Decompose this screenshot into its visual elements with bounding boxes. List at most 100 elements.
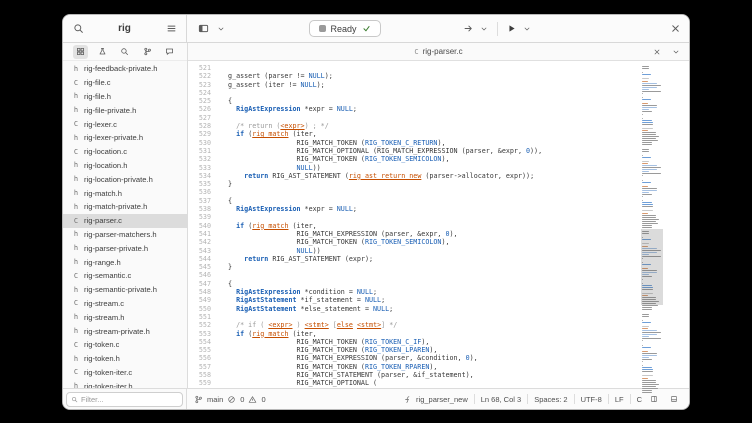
minimap-line (642, 186, 648, 187)
minimap-line (642, 107, 657, 108)
minimap-line (642, 97, 643, 98)
file-item[interactable]: hrig-token.h (63, 352, 187, 366)
file-item[interactable]: hrig-range.h (63, 255, 187, 269)
minimap-line (642, 347, 651, 348)
file-item[interactable]: hrig-parser-private.h (63, 241, 187, 255)
file-item[interactable]: hrig-stream-private.h (63, 324, 187, 338)
toggle-map-button[interactable] (646, 391, 662, 407)
minimap-line (642, 169, 657, 170)
file-item[interactable]: hrig-feedback-private.h (63, 62, 187, 76)
tab-rig-parser: C rig-parser.c (188, 47, 689, 56)
file-item[interactable]: hrig-token-iter.h (63, 379, 187, 388)
code-line (220, 64, 641, 72)
line-number: 549 (188, 296, 211, 304)
code-line: g_assert (parser != NULL); (220, 72, 641, 80)
minimap-line (642, 326, 649, 327)
minimap-line (642, 151, 649, 152)
minimap-line (642, 157, 651, 158)
minimap[interactable] (641, 61, 663, 388)
file-type-icon: C (72, 368, 80, 376)
play-chevron-button[interactable] (519, 21, 535, 37)
cursor-position-label[interactable]: Ln 68, Col 3 (481, 395, 521, 404)
menu-button[interactable] (163, 21, 179, 37)
file-item[interactable]: hrig-match.h (63, 186, 187, 200)
git-panel-button[interactable] (140, 45, 155, 59)
file-item[interactable]: hrig-location.h (63, 159, 187, 173)
line-number: 534 (188, 172, 211, 180)
play-button[interactable] (503, 21, 519, 37)
file-item[interactable]: hrig-stream.h (63, 310, 187, 324)
minimap-line (642, 194, 652, 195)
file-name: rig-parser-private.h (84, 244, 148, 253)
code-line: return RIG_AST_STATEMENT (expr); (220, 255, 641, 263)
line-number: 523 (188, 81, 211, 89)
encoding-label[interactable]: UTF-8 (581, 395, 602, 404)
editor-right-margin (663, 61, 689, 388)
minimap-line (642, 204, 653, 205)
git-branch-label[interactable]: main (207, 395, 223, 404)
minimap-line (642, 161, 649, 162)
code-line: RIG_MATCH_TOKEN (RIG_TOKEN_RPAREN), (220, 363, 641, 371)
file-item[interactable]: Crig-file.c (63, 76, 187, 90)
minimap-viewport[interactable] (641, 229, 663, 305)
file-item[interactable]: hrig-match-private.h (63, 200, 187, 214)
toggle-panel-button[interactable] (195, 21, 211, 37)
error-icon (227, 395, 236, 404)
line-number: 546 (188, 271, 211, 279)
project-title: rig (118, 23, 131, 34)
close-icon (653, 48, 661, 56)
search-icon (71, 396, 78, 403)
line-number: 548 (188, 288, 211, 296)
file-item[interactable]: Crig-token-iter.c (63, 366, 187, 380)
chevron-down-icon (217, 25, 225, 33)
file-item[interactable]: hrig-location-private.h (63, 172, 187, 186)
file-item[interactable]: hrig-lexer-private.h (63, 131, 187, 145)
build-status-button[interactable]: Ready (309, 20, 381, 37)
panel-chevron-button[interactable] (213, 21, 229, 37)
branch-icon (194, 395, 203, 404)
file-name: rig-lexer.c (84, 120, 117, 129)
file-item[interactable]: hrig-parser-matchers.h (63, 228, 187, 242)
panel-bottom-icon (670, 395, 678, 403)
chevron-down-icon (480, 25, 488, 33)
line-ending-label[interactable]: LF (615, 395, 624, 404)
build-run-button[interactable] (460, 21, 476, 37)
code-content[interactable]: g_assert (parser != NULL); g_assert (ite… (216, 61, 641, 388)
code-line: } (220, 263, 641, 271)
minimap-line (642, 378, 648, 379)
close-tab-button[interactable] (649, 44, 665, 60)
close-window-button[interactable] (667, 21, 683, 37)
toggle-bottom-panel-button[interactable] (666, 391, 682, 407)
file-item[interactable]: Crig-token.c (63, 338, 187, 352)
file-item[interactable]: Crig-parser.c (63, 214, 187, 228)
tab-list-chevron-button[interactable] (668, 44, 684, 60)
search-button[interactable] (70, 21, 86, 37)
language-label[interactable]: C (637, 395, 642, 404)
file-item[interactable]: hrig-semantic-private.h (63, 283, 187, 297)
file-item[interactable]: Crig-stream.c (63, 297, 187, 311)
file-type-icon: h (72, 258, 80, 266)
warning-count[interactable]: 0 (261, 395, 265, 404)
error-count[interactable]: 0 (240, 395, 244, 404)
file-item[interactable]: Crig-semantic.c (63, 269, 187, 283)
minimap-line (642, 155, 643, 156)
file-name: rig-token.h (84, 354, 120, 363)
file-type-icon: C (72, 148, 80, 156)
file-item[interactable]: hrig-file-private.h (63, 103, 187, 117)
file-item[interactable]: hrig-file.h (63, 90, 187, 104)
files-panel-button[interactable] (73, 45, 88, 59)
line-number: 536 (188, 188, 211, 196)
file-item[interactable]: Crig-location.c (63, 145, 187, 159)
indentation-label[interactable]: Spaces: 2 (534, 395, 567, 404)
build-run-chevron-button[interactable] (476, 21, 492, 37)
current-symbol-label[interactable]: rig_parser_new (416, 395, 468, 404)
panel-toggle-group (195, 21, 229, 37)
line-number: 537 (188, 197, 211, 205)
search-panel-button[interactable] (117, 45, 132, 59)
chat-panel-button[interactable] (162, 45, 177, 59)
tests-panel-button[interactable] (95, 45, 110, 59)
minimap-line (642, 167, 661, 168)
filter-input[interactable]: Filter... (66, 392, 183, 407)
file-type-icon: C (72, 341, 80, 349)
file-item[interactable]: Crig-lexer.c (63, 117, 187, 131)
